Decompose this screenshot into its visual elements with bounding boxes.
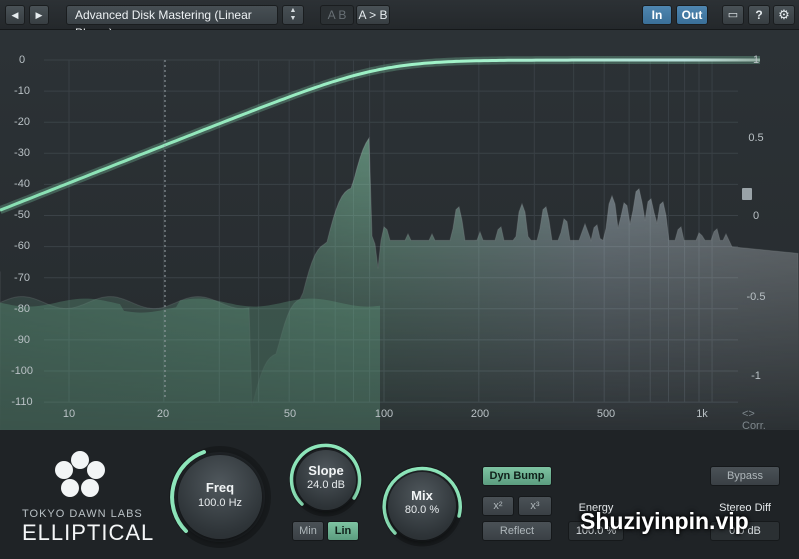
top-toolbar: ◀ ▶ Advanced Disk Mastering (Linear Phas… <box>0 0 799 40</box>
preset-up-icon[interactable]: ▲ <box>283 7 303 15</box>
ab-toggle-button[interactable]: A B <box>320 5 354 25</box>
reflect-button[interactable]: Reflect <box>482 521 552 541</box>
db-label: -10 <box>14 85 30 97</box>
freq-label: 20 <box>156 408 170 420</box>
spectrum-graph[interactable] <box>0 30 799 431</box>
freq-label: 10 <box>62 408 76 420</box>
watermark-text: Shuziyinpin.vip <box>580 508 749 534</box>
correlation-axis-label: <> Corr. <box>742 408 766 432</box>
screen-icon[interactable]: ▭ <box>722 5 744 25</box>
freq-label: 500 <box>596 408 616 420</box>
mix-label: Mix <box>411 488 433 503</box>
db-label: -50 <box>14 209 30 221</box>
help-button[interactable]: ? <box>748 5 770 25</box>
db-label: -20 <box>14 116 30 128</box>
db-label: -30 <box>14 147 30 159</box>
linear-phase-button[interactable]: Lin <box>327 521 359 541</box>
x2-button[interactable]: x² <box>482 496 514 516</box>
db-label: 0 <box>18 54 26 66</box>
db-label: -90 <box>14 334 30 346</box>
freq-label: 50 <box>283 408 297 420</box>
db-label: -110 <box>11 396 33 408</box>
slope-value: 24.0 dB <box>307 479 345 491</box>
correlation-meter <box>742 188 752 200</box>
graph-canvas[interactable] <box>0 30 799 431</box>
freq-label: 200 <box>470 408 490 420</box>
db-label: -100 <box>10 365 34 377</box>
corr-label: 1 <box>752 54 760 66</box>
corr-label: 0 <box>752 210 760 222</box>
low-spectrum <box>0 298 380 430</box>
corr-label: 0.5 <box>748 132 764 144</box>
settings-gear-icon[interactable]: ⚙ <box>773 5 795 25</box>
bypass-button[interactable]: Bypass <box>710 466 780 486</box>
slope-label: Slope <box>308 463 344 478</box>
back-button[interactable]: ◀ <box>5 5 25 25</box>
product-name: ELLIPTICAL <box>22 520 155 545</box>
db-label: -80 <box>14 303 30 315</box>
freq-value: 100.0 Hz <box>197 497 243 509</box>
corr-label: -1 <box>751 370 761 382</box>
db-label: -60 <box>14 240 30 252</box>
in-button[interactable]: In <box>642 5 672 25</box>
freq-label: Freq <box>205 480 235 495</box>
freq-label: 1k <box>696 408 708 420</box>
preset-selector[interactable]: Advanced Disk Mastering (Linear Phase) <box>66 5 278 40</box>
mix-value: 80.0 % <box>404 504 440 516</box>
a-to-b-button[interactable]: A > B <box>356 5 390 25</box>
freq-label: 100 <box>374 408 394 420</box>
out-button[interactable]: Out <box>676 5 708 25</box>
tdl-flower-logo-icon <box>55 451 105 497</box>
db-label: -70 <box>14 272 30 284</box>
company-name: TOKYO DAWN LABS <box>22 508 143 520</box>
preset-down-icon[interactable]: ▼ <box>283 15 303 23</box>
db-label: -40 <box>14 178 30 190</box>
min-phase-button[interactable]: Min <box>292 521 324 541</box>
dyn-bump-button[interactable]: Dyn Bump <box>482 466 552 486</box>
preset-stepper[interactable]: ▲ ▼ <box>282 5 304 25</box>
forward-button[interactable]: ▶ <box>29 5 49 25</box>
corr-label: -0.5 <box>746 291 766 303</box>
x3-button[interactable]: x³ <box>518 496 552 516</box>
